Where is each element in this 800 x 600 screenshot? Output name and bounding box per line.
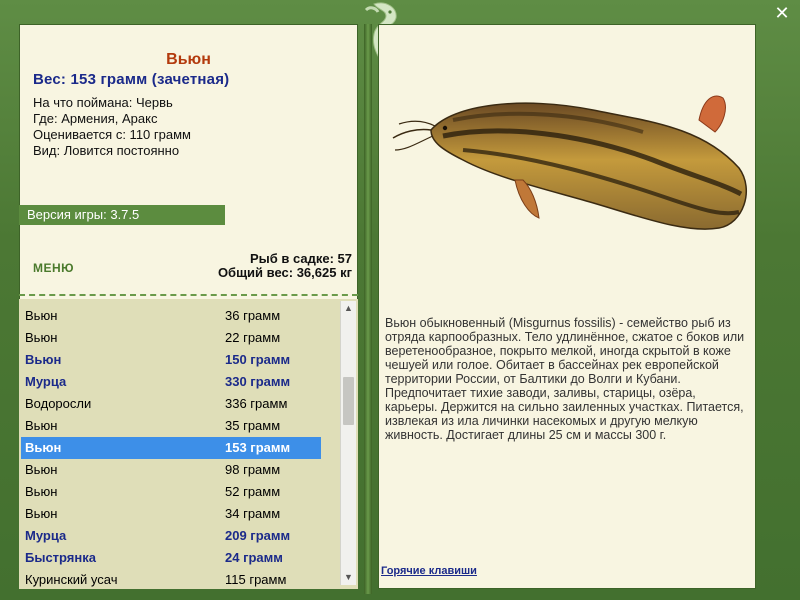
- total-weight: Общий вес: 36,625 кг: [217, 265, 352, 280]
- catch-list[interactable]: Вьюн 36 грамм Вьюн 22 грамм Вьюн 150 грамм Мур…: [19, 299, 358, 589]
- list-item[interactable]: Вьюн 52 грамм: [21, 481, 321, 503]
- list-item[interactable]: Водоросли 336 грамм: [21, 393, 321, 415]
- list-item-name: Вьюн: [25, 308, 58, 323]
- fish-weight: Вес: 153 грамм (зачетная): [33, 71, 230, 88]
- fish-description: Вьюн обыкновенный (Misgurnus fossilis) -…: [385, 316, 745, 442]
- list-item[interactable]: Вьюн 153 грамм: [21, 437, 321, 459]
- scrollbar[interactable]: ▲ ▼: [340, 301, 356, 585]
- list-item-weight: 34 грамм: [225, 506, 281, 521]
- scroll-down-icon[interactable]: ▼: [341, 570, 356, 585]
- hotkeys-link[interactable]: Горячие клавиши: [381, 565, 477, 577]
- list-item-weight: 98 грамм: [225, 462, 281, 477]
- value-info: Оценивается с: 110 грамм: [33, 127, 191, 142]
- list-item[interactable]: Вьюн 35 грамм: [21, 415, 321, 437]
- list-item-weight: 153 грамм: [225, 440, 291, 455]
- list-item-weight: 22 грамм: [225, 330, 281, 345]
- scroll-up-icon[interactable]: ▲: [341, 301, 356, 316]
- version-label: Версия игры: 3.7.5: [19, 205, 225, 225]
- list-item-name: Вьюн: [25, 330, 58, 345]
- left-panel: Вьюн Вес: 153 грамм (зачетная) На что по…: [19, 24, 358, 589]
- list-item[interactable]: Куринский усач 115 грамм: [21, 569, 321, 589]
- list-item[interactable]: Вьюн 150 грамм: [21, 349, 321, 371]
- list-item-weight: 35 грамм: [225, 418, 281, 433]
- list-item-weight: 336 грамм: [225, 396, 288, 411]
- list-item[interactable]: Быстрянка 24 грамм: [21, 547, 321, 569]
- list-item-name: Мурца: [25, 374, 67, 389]
- list-item-weight: 150 грамм: [225, 352, 291, 367]
- bait-info: На что поймана: Червь: [33, 95, 173, 110]
- list-item[interactable]: Мурца 209 грамм: [21, 525, 321, 547]
- list-item-name: Вьюн: [25, 352, 62, 367]
- list-item-name: Быстрянка: [25, 550, 96, 565]
- location-info: Где: Армения, Аракс: [33, 111, 158, 126]
- list-item-name: Вьюн: [25, 440, 62, 455]
- list-item-name: Вьюн: [25, 462, 58, 477]
- fish-title: Вьюн: [166, 51, 211, 68]
- list-item[interactable]: Мурца 330 грамм: [21, 371, 321, 393]
- separator: [19, 294, 358, 296]
- right-panel: Вьюн обыкновенный (Misgurnus fossilis) -…: [378, 24, 756, 589]
- list-item-name: Вьюн: [25, 418, 58, 433]
- list-item-weight: 52 грамм: [225, 484, 281, 499]
- list-item[interactable]: Вьюн 22 грамм: [21, 327, 321, 349]
- list-item[interactable]: Вьюн 34 грамм: [21, 503, 321, 525]
- list-item[interactable]: Вьюн 36 грамм: [21, 305, 321, 327]
- keepnet-count: Рыб в садке: 57: [249, 251, 352, 266]
- list-item-weight: 115 грамм: [225, 572, 287, 587]
- list-item-name: Водоросли: [25, 396, 92, 411]
- menu-button[interactable]: МЕНЮ: [33, 261, 74, 275]
- panel-divider: [364, 24, 372, 594]
- close-button[interactable]: ✕: [772, 4, 792, 24]
- list-item-name: Вьюн: [25, 506, 58, 521]
- list-item-weight: 36 грамм: [225, 308, 281, 323]
- loach-image: [392, 95, 748, 230]
- list-item[interactable]: Вьюн 98 грамм: [21, 459, 321, 481]
- list-item-name: Мурца: [25, 528, 67, 543]
- list-item-name: Куринский усач: [25, 572, 118, 587]
- list-item-weight: 24 грамм: [225, 550, 283, 565]
- list-item-weight: 209 грамм: [225, 528, 291, 543]
- scroll-thumb[interactable]: [343, 376, 354, 426]
- type-info: Вид: Ловится постоянно: [33, 143, 180, 158]
- list-item-name: Вьюн: [25, 484, 58, 499]
- list-item-weight: 330 грамм: [225, 374, 291, 389]
